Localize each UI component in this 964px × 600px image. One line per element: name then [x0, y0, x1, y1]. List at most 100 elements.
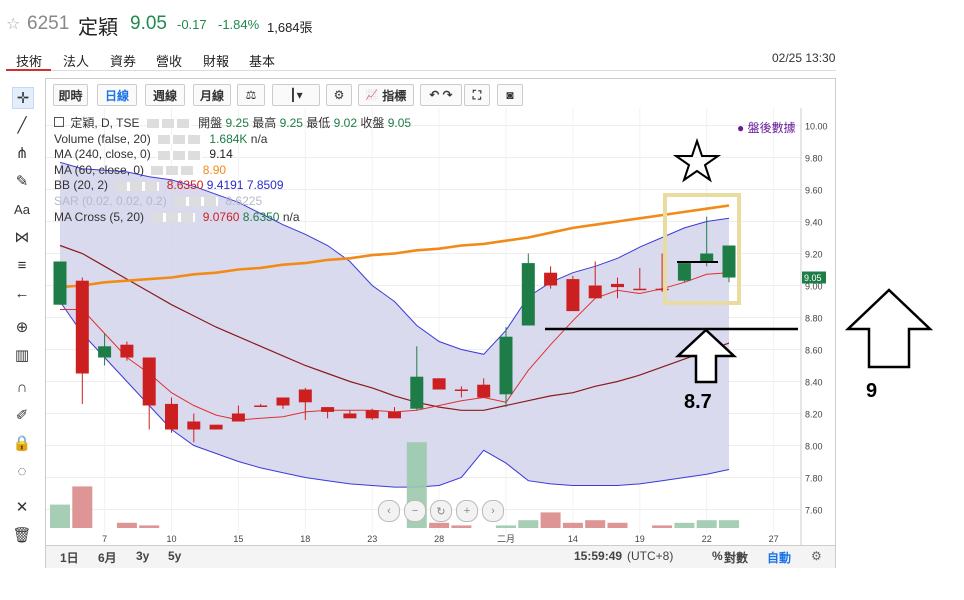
- undo-redo-icon[interactable]: ↶ ↷: [420, 84, 462, 106]
- daily-button[interactable]: 日線: [97, 84, 137, 106]
- range-6m[interactable]: 6月: [98, 549, 117, 566]
- price-tick-label: 9.40: [805, 218, 823, 228]
- scroll-right-icon[interactable]: ›: [482, 500, 504, 522]
- monthly-button[interactable]: 月線: [193, 84, 231, 106]
- volume-bar: [607, 522, 628, 528]
- candle-body: [521, 263, 535, 326]
- text-tool-icon[interactable]: Aa: [12, 199, 32, 219]
- magnet-icon[interactable]: ∩: [12, 377, 32, 397]
- log-scale-toggle[interactable]: 對數: [724, 549, 748, 566]
- candle-body: [75, 280, 89, 374]
- tab-institutional[interactable]: 法人: [63, 51, 89, 70]
- reset-icon[interactable]: ↻: [430, 500, 452, 522]
- compare-icon[interactable]: ⚖: [237, 84, 265, 106]
- candle-body: [321, 407, 335, 412]
- lock-icon[interactable]: 🔒: [12, 433, 32, 453]
- eye-icon[interactable]: ◌: [12, 461, 32, 481]
- volume-bar: [719, 520, 739, 528]
- measure-icon[interactable]: ▥: [12, 345, 32, 365]
- settings-icon[interactable]: ✕: [12, 497, 32, 517]
- zoom-out-icon[interactable]: −: [404, 500, 426, 522]
- tab-financials[interactable]: 財報: [203, 51, 229, 70]
- tab-divider: [6, 70, 836, 71]
- tab-technical[interactable]: 技術: [16, 51, 42, 70]
- low-value: 9.02: [333, 116, 357, 130]
- fib-icon[interactable]: ≡: [12, 255, 32, 275]
- low-label: 最低: [306, 116, 331, 130]
- range-5y[interactable]: 5y: [168, 549, 181, 563]
- indicator-icon: 📈: [365, 89, 379, 101]
- range-3y[interactable]: 3y: [136, 549, 149, 563]
- snapshot-camera-icon[interactable]: ◙: [497, 84, 523, 106]
- tab-revenue[interactable]: 營收: [156, 51, 182, 70]
- settings-gear-icon[interactable]: ⚙: [326, 84, 352, 106]
- tab-margin[interactable]: 資券: [110, 51, 136, 70]
- legend-cross-buttons[interactable]: [151, 212, 196, 222]
- tab-basic[interactable]: 基本: [249, 51, 275, 70]
- candle-body: [231, 413, 245, 422]
- price-tick-label: 8.60: [805, 346, 823, 356]
- candle-body: [410, 376, 424, 409]
- legend-main-buttons[interactable]: [146, 119, 191, 129]
- scroll-left-icon[interactable]: ‹: [378, 500, 400, 522]
- price-tick-label: 9.80: [805, 154, 823, 164]
- trade-volume: 1,684張: [267, 20, 313, 35]
- intraday-button[interactable]: 即時: [53, 84, 88, 106]
- volume-bar: [496, 525, 516, 528]
- high-value: 9.25: [279, 116, 303, 130]
- line-tool-icon[interactable]: ╱: [12, 115, 32, 135]
- chart-legend: 定穎, D, TSE 開盤 9.25 最高 9.25 最低 9.02 收盤 9.…: [54, 116, 411, 225]
- legend-ma60-buttons[interactable]: [151, 166, 196, 176]
- candle-body: [432, 378, 446, 390]
- indicators-label: 指標: [382, 88, 407, 103]
- clock-timezone: (UTC+8): [627, 549, 674, 563]
- range-1d[interactable]: 1日: [60, 549, 79, 566]
- candle-body: [187, 421, 201, 430]
- volume-bar: [139, 525, 160, 528]
- scale-settings-icon[interactable]: ⚙: [811, 549, 822, 563]
- candle-body: [365, 410, 379, 419]
- candle-body: [544, 272, 558, 286]
- legend-bb-buttons[interactable]: [115, 181, 160, 191]
- pattern-icon[interactable]: ⋈: [12, 227, 32, 247]
- bb-lower-value: 7.8509: [246, 178, 284, 193]
- post-market-data-link[interactable]: ● 盤後數據: [737, 119, 796, 136]
- candle-body: [633, 288, 647, 291]
- favorite-star-icon[interactable]: ☆: [6, 14, 20, 34]
- candle: [365, 408, 379, 420]
- brush-icon[interactable]: ✎: [12, 171, 32, 191]
- eraser-icon[interactable]: ✐: [12, 405, 32, 425]
- zoom-icon[interactable]: ⊕: [12, 317, 32, 337]
- arrow-left-icon[interactable]: ←: [12, 283, 32, 303]
- candle-body: [588, 285, 602, 299]
- percent-scale-toggle[interactable]: %: [712, 549, 723, 563]
- ma60-name: MA (60, close, 0): [54, 162, 145, 177]
- trash-icon[interactable]: 🗑: [12, 525, 32, 545]
- chart-style-candle-icon[interactable]: ┃▾: [272, 84, 320, 106]
- price-tick-label: 8.80: [805, 314, 823, 324]
- date-tick-label: 15: [233, 534, 243, 544]
- candle: [75, 277, 89, 404]
- legend-sar: SAR (0.02, 0.02, 0.2) 8.6225: [54, 194, 411, 210]
- stock-code: 6251: [27, 13, 70, 34]
- weekly-button[interactable]: 週線: [145, 84, 185, 106]
- crosshair-icon[interactable]: ✛: [12, 87, 34, 109]
- legend-volume-buttons[interactable]: [158, 134, 203, 144]
- candle-body: [276, 397, 290, 406]
- legend-sar-buttons[interactable]: [174, 197, 219, 207]
- sar-value: 8.6225: [225, 193, 263, 208]
- date-tick-label: 19: [635, 534, 645, 544]
- candle: [677, 261, 691, 283]
- zoom-in-icon[interactable]: +: [456, 500, 478, 522]
- auto-scale-toggle[interactable]: 自動: [767, 549, 791, 566]
- legend-ma240-buttons[interactable]: [158, 150, 203, 160]
- price-tick-label: 8.20: [805, 410, 823, 420]
- pitchfork-icon[interactable]: ⋔: [12, 143, 32, 163]
- indicators-button[interactable]: 📈 指標: [358, 84, 414, 106]
- close-value: 9.05: [387, 116, 412, 130]
- fullscreen-icon[interactable]: ⛶: [464, 84, 490, 106]
- candle-body: [454, 389, 468, 391]
- legend-ma240: MA (240, close, 0) 9.14: [54, 147, 411, 163]
- candle: [142, 357, 156, 430]
- collapse-icon[interactable]: [54, 117, 64, 127]
